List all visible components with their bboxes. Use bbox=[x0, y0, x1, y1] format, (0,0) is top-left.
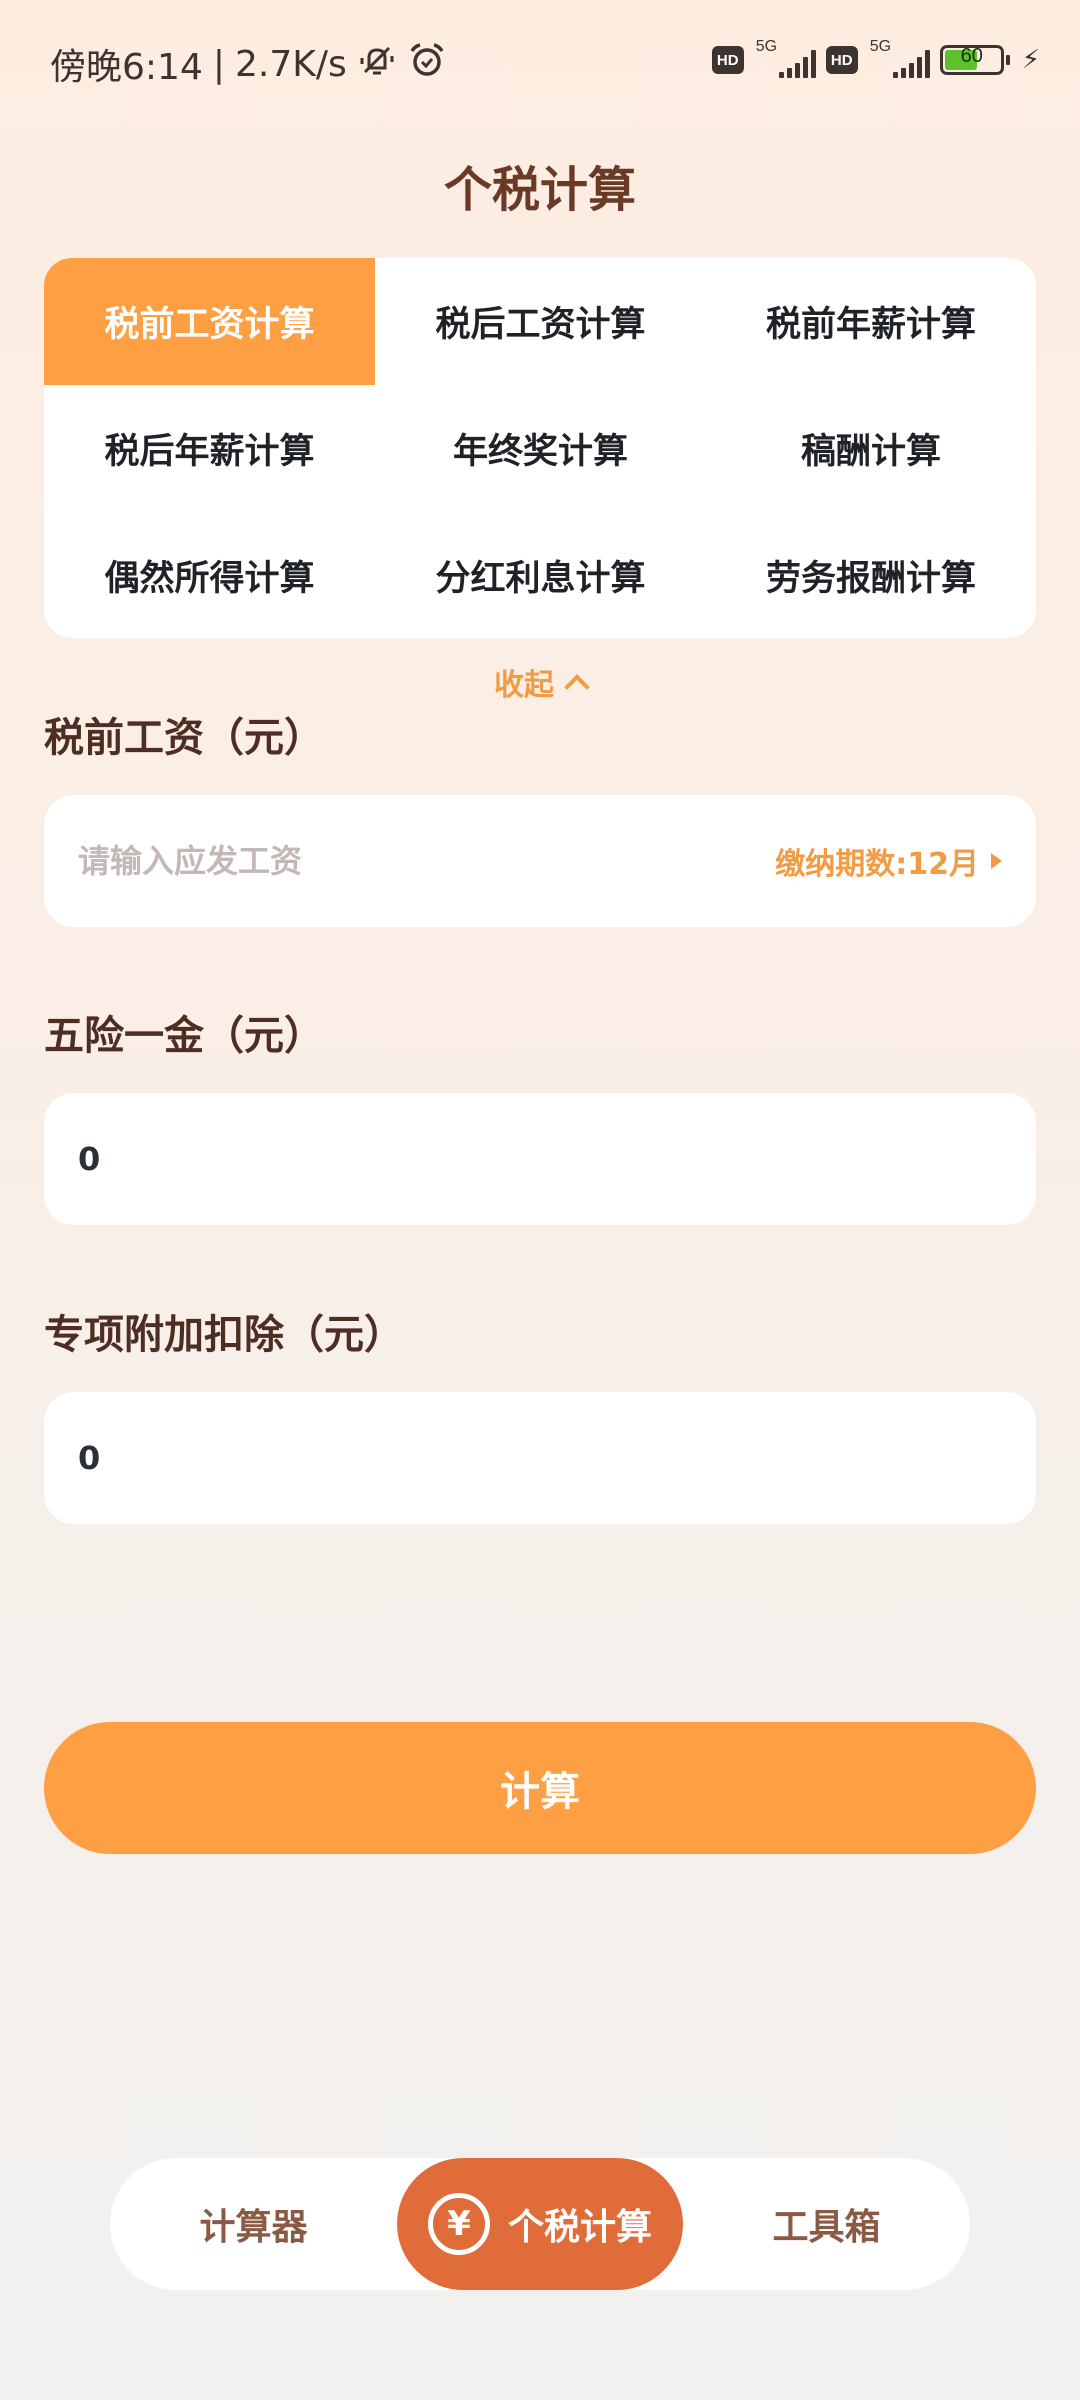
hd-icon: HD bbox=[711, 46, 744, 74]
status-left: 傍晚6:14 | 2.7K/s bbox=[50, 38, 447, 90]
page-title: 个税计算 bbox=[443, 162, 636, 218]
collapse-button[interactable]: 收起 bbox=[0, 660, 1080, 704]
battery-icon: 60 bbox=[939, 45, 1010, 75]
calculate-button[interactable]: 计算 bbox=[44, 1722, 1036, 1854]
bell-muted-icon bbox=[357, 40, 397, 89]
deduction-label: 专项附加扣除（元） bbox=[44, 1312, 404, 1358]
status-bar: 傍晚6:14 | 2.7K/s HD 5G HD 5G 60 ⚡ bbox=[0, 0, 1080, 120]
calc-type-after-tax-salary[interactable]: 税后工资计算 bbox=[375, 258, 706, 385]
calc-type-pre-tax-salary[interactable]: 税前工资计算 bbox=[44, 258, 375, 385]
5g-signal-icon: 5G bbox=[868, 38, 930, 80]
insurance-input[interactable] bbox=[78, 1140, 1002, 1178]
yen-icon: ¥ bbox=[427, 2193, 490, 2255]
charging-icon: ⚡ bbox=[1021, 45, 1040, 75]
payment-period-selector[interactable]: 缴纳期数:12月 bbox=[775, 839, 1002, 883]
net-speed: 2.7K/s bbox=[234, 43, 347, 85]
status-right: HD 5G HD 5G 60 ⚡ bbox=[711, 38, 1040, 80]
salary-input[interactable] bbox=[78, 842, 776, 880]
5g-signal-icon: 5G bbox=[754, 38, 816, 80]
chevron-up-icon bbox=[564, 674, 590, 700]
calc-type-year-end-bonus[interactable]: 年终奖计算 bbox=[375, 385, 706, 512]
status-separator: | bbox=[212, 43, 225, 85]
alarm-icon bbox=[407, 40, 447, 89]
nav-toolbox[interactable]: 工具箱 bbox=[683, 2158, 970, 2290]
nav-toolbox-label: 工具箱 bbox=[772, 2207, 881, 2248]
salary-field: 缴纳期数:12月 bbox=[44, 795, 1036, 927]
salary-label: 税前工资（元） bbox=[44, 715, 324, 761]
nav-tax-calc-label: 个税计算 bbox=[507, 2207, 652, 2248]
hd-icon: HD bbox=[825, 46, 858, 74]
collapse-label: 收起 bbox=[494, 668, 554, 703]
battery-level: 60 bbox=[960, 45, 983, 67]
status-time: 傍晚6:14 bbox=[50, 47, 203, 88]
caret-right-icon bbox=[991, 853, 1002, 869]
nav-calculator[interactable]: 计算器 bbox=[110, 2158, 397, 2290]
calc-type-royalty[interactable]: 稿酬计算 bbox=[706, 385, 1036, 512]
payment-period-label: 缴纳期数:12月 bbox=[775, 847, 979, 882]
insurance-label: 五险一金（元） bbox=[44, 1013, 324, 1059]
calc-type-dividend-interest[interactable]: 分红利息计算 bbox=[375, 512, 706, 638]
deduction-field bbox=[44, 1392, 1036, 1524]
nav-tax-calc[interactable]: ¥ 个税计算 bbox=[397, 2158, 683, 2290]
calc-type-grid: 税前工资计算 税后工资计算 税前年薪计算 税后年薪计算 年终奖计算 稿酬计算 偶… bbox=[44, 258, 1036, 638]
insurance-field bbox=[44, 1093, 1036, 1225]
calc-type-incidental-income[interactable]: 偶然所得计算 bbox=[44, 512, 375, 638]
deduction-input[interactable] bbox=[78, 1439, 1002, 1477]
nav-calculator-label: 计算器 bbox=[199, 2207, 308, 2248]
calc-type-after-tax-annual[interactable]: 税后年薪计算 bbox=[44, 385, 375, 512]
bottom-nav: 计算器 ¥ 个税计算 工具箱 bbox=[110, 2158, 970, 2290]
calc-type-labor-remuneration[interactable]: 劳务报酬计算 bbox=[706, 512, 1036, 638]
calc-type-pre-tax-annual[interactable]: 税前年薪计算 bbox=[706, 258, 1036, 385]
